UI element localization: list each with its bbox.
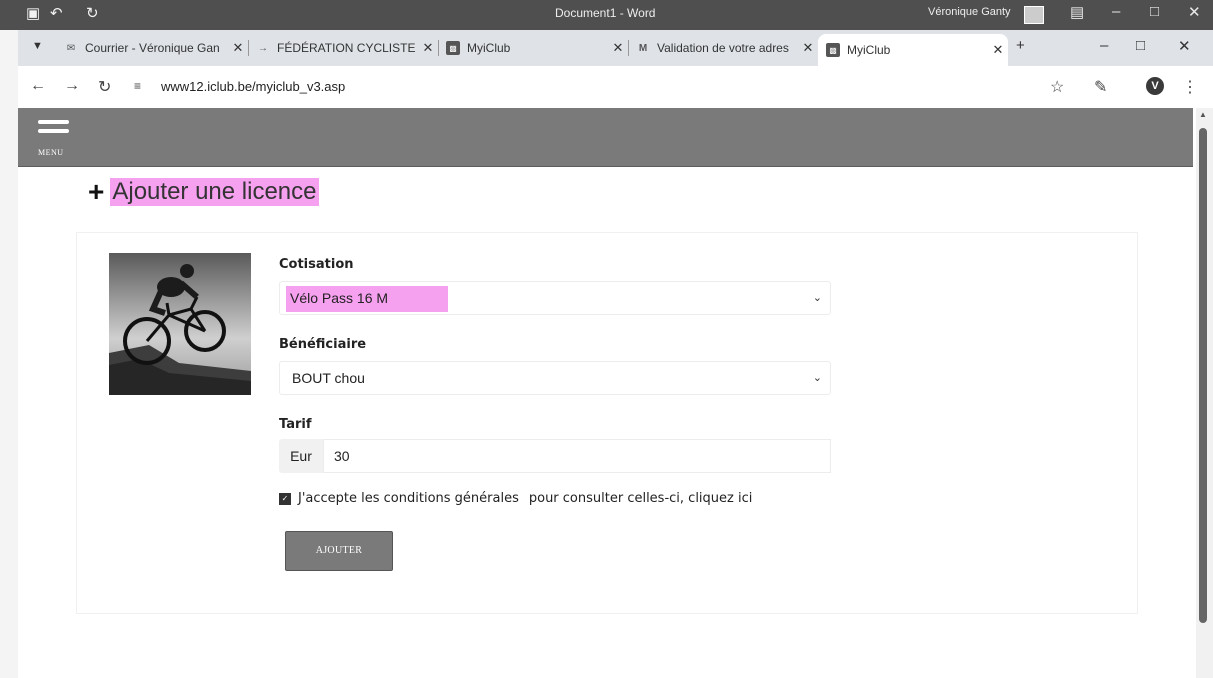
word-user-avatar[interactable] [1024,6,1044,24]
word-restore-icon[interactable]: □ [1150,3,1159,20]
close-tab-icon[interactable]: ✕ [608,40,628,56]
page-title: + Ajouter une licence [88,178,319,206]
page-content: MENU ▲ + Ajouter une licence Cotisation … [18,108,1213,678]
close-tab-icon[interactable]: ✕ [418,40,438,56]
close-tab-icon[interactable]: ✕ [798,40,818,56]
tab-validation[interactable]: M Validation de votre adres ✕ [628,34,818,62]
bookmark-star-icon[interactable]: ☆ [1050,77,1064,97]
tab-label: Validation de votre adres [657,41,789,55]
app-header: MENU [18,108,1193,167]
myiclub-favicon-icon: ▩ [826,43,840,57]
tab-label: FÉDÉRATION CYCLISTE W [277,41,418,55]
beneficiaire-value: BOUT chou [292,370,365,386]
scroll-thumb[interactable] [1199,128,1207,623]
profile-avatar[interactable]: V [1146,77,1164,95]
ribbon-display-icon[interactable]: ▤ [1070,3,1084,21]
close-window-icon[interactable]: ✕ [1178,37,1191,55]
beneficiaire-select[interactable]: BOUT chou ⌄ [279,361,831,395]
cgv-link[interactable]: pour consulter celles-ci, cliquez ici [529,491,753,506]
tab-label: MyiClub [847,43,891,57]
browser-window: ▼ ✉ Courrier - Véronique Gan ✕ → FÉDÉRAT… [18,30,1213,678]
more-menu-icon[interactable]: ⋮ [1182,77,1198,97]
currency-prefix: Eur [279,439,323,473]
redo-icon[interactable]: ↻ [86,4,99,22]
scroll-up-icon[interactable]: ▲ [1199,110,1207,119]
maximize-icon[interactable]: □ [1136,37,1145,54]
tarif-field: Eur 30 [279,439,831,473]
menu-label: MENU [38,148,64,157]
tab-label: Courrier - Véronique Gan [85,41,220,55]
save-icon[interactable]: ▣ [26,4,40,22]
close-tab-icon[interactable]: ✕ [988,42,1008,58]
minimize-icon[interactable]: – [1100,37,1108,54]
page-title-text: Ajouter une licence [110,178,319,206]
arrow-icon: → [258,42,268,54]
word-user-name: Véronique Ganty [928,6,1011,18]
myiclub-favicon-icon: ▩ [446,41,460,55]
word-minimize-icon[interactable]: – [1112,3,1120,20]
beneficiaire-label: Bénéficiaire [279,337,367,352]
page-scrollbar[interactable]: ▲ [1196,108,1213,678]
mail-icon: ✉ [66,42,76,54]
browser-toolbar: ← → ↻ ≡ www12.iclub.be/myiclub_v3.asp ☆ … [18,66,1213,109]
tab-label: MyiClub [467,41,511,55]
gmail-icon: M [638,42,648,54]
tab-courrier[interactable]: ✉ Courrier - Véronique Gan ✕ [56,34,249,62]
word-close-icon[interactable]: ✕ [1188,3,1201,21]
tarif-input[interactable]: 30 [323,439,831,473]
close-tab-icon[interactable]: ✕ [228,40,248,56]
hamburger-bar [38,129,69,133]
add-license-button[interactable]: AJOUTER [285,531,393,571]
extensions-icon[interactable]: ✎ [1094,77,1107,97]
tab-myiclub[interactable]: ▩ MyiClub ✕ [438,34,629,62]
cgv-checkbox[interactable]: ✓ [279,492,291,505]
new-tab-icon[interactable]: + [1016,37,1025,54]
tab-search-icon[interactable]: ▼ [32,40,43,52]
word-window-title: Document1 - Word [555,6,656,20]
cgv-text: J'accepte les conditions générales [298,491,519,506]
cyclist-image [109,253,251,395]
back-icon[interactable]: ← [30,77,46,95]
forward-icon[interactable]: → [64,77,80,95]
cotisation-select[interactable]: Vélo Pass 16 M ⌄ [279,281,831,315]
tab-federation[interactable]: → FÉDÉRATION CYCLISTE W ✕ [248,34,439,62]
site-info-icon[interactable]: ≡ [134,79,141,93]
tarif-label: Tarif [279,417,312,432]
tab-strip: ▼ ✉ Courrier - Véronique Gan ✕ → FÉDÉRAT… [18,30,1213,66]
plus-icon: + [88,176,105,207]
undo-icon[interactable]: ↶ [50,4,63,22]
address-bar[interactable]: www12.iclub.be/myiclub_v3.asp [161,79,345,94]
menu-button[interactable]: MENU [38,120,70,158]
chevron-down-icon: ⌄ [812,292,822,304]
tab-myiclub-active[interactable]: ▩ MyiClub ✕ [818,34,1008,66]
hamburger-icon [38,120,69,124]
reload-icon[interactable]: ↻ [98,77,111,97]
word-title-bar: ▣ ↶ ↻ Document1 - Word Véronique Ganty ▤… [0,0,1213,30]
cotisation-value: Vélo Pass 16 M [286,286,449,312]
chevron-down-icon: ⌄ [812,372,822,384]
cgv-row: ✓ J'accepte les conditions générales pou… [279,491,752,506]
license-form-card: Cotisation Vélo Pass 16 M ⌄ Bénéficiaire… [76,232,1138,614]
cotisation-label: Cotisation [279,257,354,272]
